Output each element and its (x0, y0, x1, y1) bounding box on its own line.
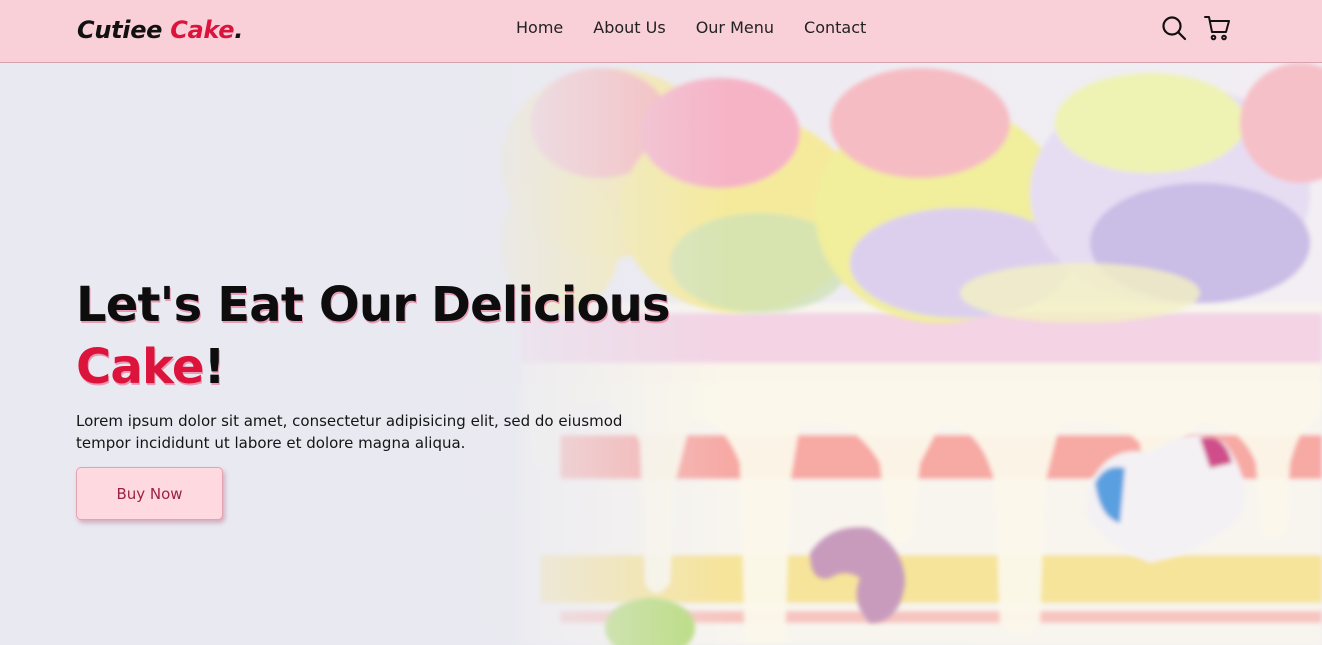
hero-title-end: ! (203, 339, 226, 395)
nav-link-our-menu[interactable]: Our Menu (696, 18, 774, 37)
hero-title: Let's Eat Our Delicious Cake! (76, 274, 671, 398)
brand-logo[interactable]: Cutiee Cake. (77, 16, 243, 44)
nav-link-home[interactable]: Home (516, 18, 563, 37)
brand-suffix: . (234, 16, 244, 44)
site-header: Cutiee Cake. Home About Us Our Menu Cont… (0, 0, 1322, 63)
nav-link-about-us[interactable]: About Us (593, 18, 665, 37)
hero-title-accent: Cake (76, 339, 204, 395)
nav-link-contact[interactable]: Contact (804, 18, 866, 37)
hero-description: Lorem ipsum dolor sit amet, consectetur … (76, 412, 623, 452)
cart-icon[interactable] (1203, 14, 1231, 42)
brand-accent-word: Cake (170, 16, 235, 44)
buy-now-button[interactable]: Buy Now (76, 467, 223, 520)
search-icon[interactable] (1160, 14, 1188, 42)
hero-title-line1: Let's Eat Our Delicious (76, 277, 671, 333)
main-nav: Home About Us Our Menu Contact (516, 18, 866, 37)
brand-name: Cutiee (77, 16, 163, 44)
